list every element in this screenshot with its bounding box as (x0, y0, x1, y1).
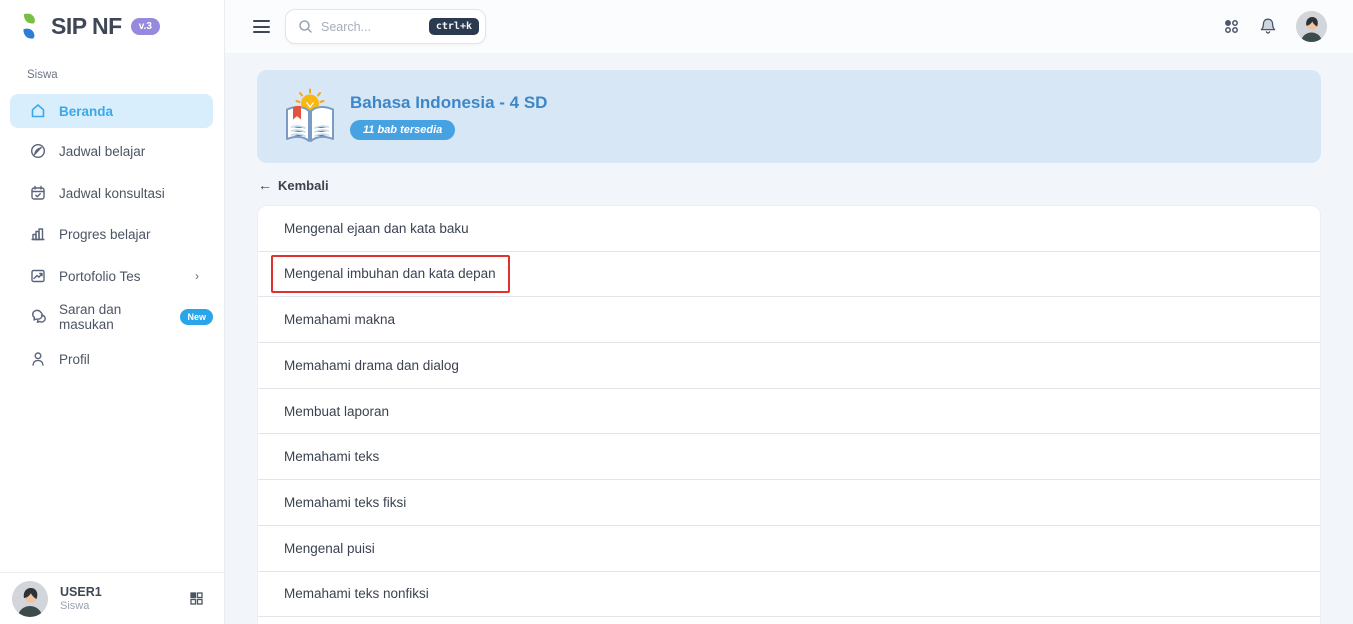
chapter-label: Memahami teks (284, 449, 380, 465)
main-area: ctrl+k (225, 0, 1353, 624)
course-header-card: Bahasa Indonesia - 4 SD 11 bab tersedia (257, 70, 1321, 163)
chapter-label: Mengenal ejaan dan kata baku (284, 220, 469, 236)
sidebar-item-jadwal-konsultasi[interactable]: Jadwal konsultasi (10, 176, 213, 210)
course-title: Bahasa Indonesia - 4 SD (350, 93, 548, 112)
chapter-label: Memahami makna (284, 312, 396, 328)
user-avatar (12, 580, 48, 617)
chapter-row[interactable]: Memahami teks (258, 434, 1320, 481)
chapter-row-highlighted[interactable]: Mengenal imbuhan dan kata depan (258, 252, 1320, 298)
sidebar-user-panel[interactable]: USER1 Siswa (0, 572, 224, 624)
version-badge: v.3 (130, 17, 160, 35)
profile-avatar[interactable] (1296, 11, 1327, 42)
sidebar-item-label: Beranda (59, 103, 114, 119)
chapter-row[interactable]: Memahami teks fiksi (258, 480, 1320, 526)
pen-circle-icon (30, 143, 46, 159)
brand-name: SIP NF (51, 12, 122, 39)
chapter-row[interactable]: Mengenal puisi (258, 526, 1320, 572)
chevron-right-icon: › (195, 269, 199, 283)
chat-bubbles-icon (32, 309, 46, 323)
sidebar-item-label: Jadwal belajar (59, 143, 146, 159)
chapter-row[interactable]: Memahami teks nonfiksi (258, 572, 1320, 618)
app-window: SIP NF v.3 Siswa Beranda Jadwal belajar … (0, 0, 1353, 624)
sidebar-item-saran-masukan[interactable]: Saran dan masukan New (10, 300, 213, 334)
search-box[interactable]: ctrl+k (285, 9, 486, 44)
chapter-label: Memahami drama dan dialog (284, 357, 459, 373)
chapter-row[interactable]: Memahami makna (258, 297, 1320, 344)
chapter-list: Mengenal ejaan dan kata baku Mengenal im… (257, 205, 1321, 624)
chapter-label: Membuat laporan (284, 403, 390, 419)
sidebar: SIP NF v.3 Siswa Beranda Jadwal belajar … (0, 0, 225, 624)
chapter-count-badge: 11 bab tersedia (350, 120, 456, 140)
user-icon (32, 352, 44, 366)
trend-chart-icon (31, 269, 45, 283)
back-link[interactable]: ← Kembali (258, 177, 329, 193)
search-input[interactable] (321, 19, 429, 34)
notifications-bell-icon[interactable] (1259, 17, 1277, 36)
sidebar-item-portofolio-tes[interactable]: Portofolio Tes › (10, 259, 213, 293)
workspace-grid-icon[interactable] (189, 591, 204, 606)
page-content: Bahasa Indonesia - 4 SD 11 bab tersedia … (225, 70, 1353, 624)
home-icon (31, 104, 45, 118)
topbar: ctrl+k (225, 0, 1353, 53)
user-role: Siswa (60, 600, 90, 612)
calendar-check-icon (31, 185, 45, 200)
apps-icon[interactable] (1223, 18, 1240, 35)
sidebar-item-label: Jadwal konsultasi (59, 185, 165, 201)
chapter-label: Memahami teks nonfiksi (284, 586, 429, 602)
sidebar-item-progres-belajar[interactable]: Progres belajar (10, 217, 213, 251)
leaf-logo-icon (23, 13, 36, 39)
chapter-row[interactable]: Membuat laporan (258, 389, 1320, 435)
chapter-label: Mengenal puisi (284, 540, 375, 556)
chapter-row[interactable]: Mengenal ejaan dan kata baku (258, 206, 1320, 252)
sidebar-item-beranda[interactable]: Beranda (10, 94, 213, 128)
chapter-label-highlighted: Mengenal imbuhan dan kata depan (271, 255, 510, 294)
menu-toggle-icon[interactable] (253, 20, 270, 33)
sidebar-item-label: Saran dan masukan (59, 302, 122, 332)
keyboard-shortcut-badge: ctrl+k (428, 18, 479, 35)
sidebar-item-label: Progres belajar (59, 226, 151, 242)
sidebar-item-label: Profil (59, 351, 90, 367)
sidebar-item-label: Portofolio Tes (59, 268, 141, 284)
book-lightbulb-icon (286, 88, 334, 142)
new-badge: New (180, 309, 213, 325)
back-arrow-icon: ← (258, 177, 272, 193)
sidebar-section-label: Siswa (27, 69, 58, 81)
sidebar-item-jadwal-belajar[interactable]: Jadwal belajar (10, 134, 213, 168)
brand-logo[interactable]: SIP NF v.3 (22, 11, 160, 41)
user-name: USER1 (60, 585, 102, 599)
bar-chart-icon (31, 228, 45, 241)
chapter-label: Memahami teks fiksi (284, 494, 407, 510)
chapter-row[interactable]: Memahami drama dan dialog (258, 343, 1320, 389)
search-icon (299, 20, 312, 33)
back-label: Kembali (278, 177, 329, 193)
sidebar-item-profil[interactable]: Profil (10, 342, 213, 376)
